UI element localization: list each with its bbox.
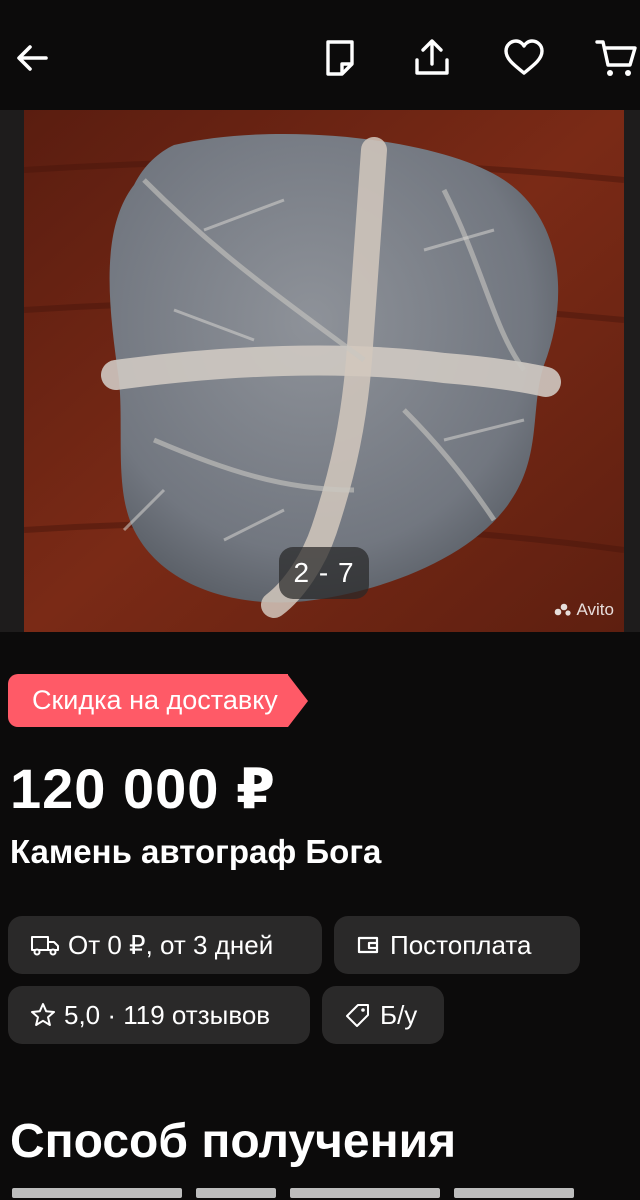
rating-chip[interactable]: 5,0 · 119 отзывов bbox=[8, 986, 310, 1044]
avito-logo-icon bbox=[554, 603, 571, 616]
cut-off-text-fragment bbox=[196, 1188, 276, 1198]
delivery-chip[interactable]: От 0 ₽, от 3 дней bbox=[8, 916, 322, 974]
cut-off-text-line bbox=[12, 1188, 612, 1200]
delivery-chip-label: От 0 ₽, от 3 дней bbox=[68, 929, 274, 960]
discount-badge: Скидка на доставку bbox=[8, 674, 308, 727]
badge-tip bbox=[287, 674, 308, 727]
photo-counter: 2 - 7 bbox=[279, 547, 369, 599]
cut-off-text-fragment bbox=[454, 1188, 574, 1198]
photo-gallery[interactable]: 2 - 7 Avito bbox=[0, 110, 640, 632]
tag-icon bbox=[346, 1004, 369, 1027]
share-button[interactable] bbox=[404, 30, 460, 86]
cart-icon bbox=[595, 40, 637, 76]
wallet-icon bbox=[357, 936, 379, 954]
note-icon bbox=[326, 40, 354, 76]
price: 120 000 ₽ bbox=[10, 757, 276, 820]
section-heading: Способ получения bbox=[10, 1115, 457, 1168]
condition-chip[interactable]: Б/у bbox=[322, 986, 444, 1044]
cart-button[interactable] bbox=[588, 30, 640, 86]
discount-badge-label: Скидка на доставку bbox=[8, 674, 288, 727]
top-bar bbox=[0, 0, 640, 110]
heart-icon bbox=[504, 39, 544, 75]
truck-icon bbox=[31, 936, 59, 956]
cut-off-text-fragment bbox=[12, 1188, 182, 1198]
rating-chip-label: 5,0 · 119 отзывов bbox=[64, 999, 271, 1030]
back-button[interactable] bbox=[4, 30, 60, 86]
star-icon bbox=[31, 1003, 55, 1026]
condition-chip-label: Б/у bbox=[380, 999, 418, 1030]
listing-title: Камень автограф Бога bbox=[10, 833, 382, 870]
payment-chip[interactable]: Постоплата bbox=[334, 916, 580, 974]
notes-button[interactable] bbox=[312, 30, 368, 86]
avito-watermark: Avito bbox=[554, 600, 615, 620]
cut-off-text-fragment bbox=[290, 1188, 440, 1198]
share-icon bbox=[415, 39, 449, 75]
arrow-left-icon bbox=[17, 45, 48, 71]
payment-chip-label: Постоплата bbox=[390, 929, 532, 960]
watermark-text: Avito bbox=[576, 600, 615, 619]
favorite-button[interactable] bbox=[496, 30, 552, 86]
